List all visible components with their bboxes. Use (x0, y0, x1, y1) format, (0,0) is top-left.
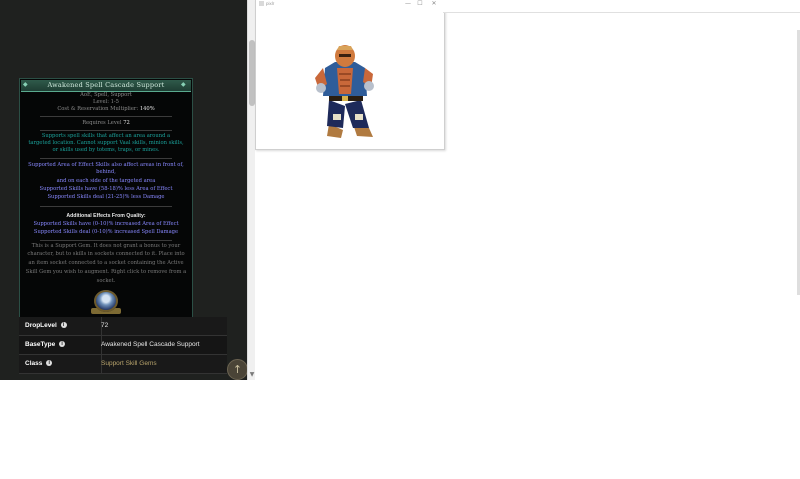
gem-description-line: targeted location. Cannot support Vaal s… (28, 140, 184, 146)
ornament-right-icon: ◆ (181, 81, 186, 88)
gem-mod-line: and on each side of the targeted area (56, 178, 156, 184)
chest (337, 68, 353, 94)
wiki-page: ◆ Awakened Spell Cascade Support ◆ AoE, … (0, 0, 255, 380)
quality-header: Additional Effects From Quality: (66, 213, 146, 219)
info-icon[interactable]: i (59, 341, 66, 348)
gem-multiplier-label: Cost & Reservation Multiplier: (57, 106, 139, 112)
maximize-button[interactable]: ☐ (414, 0, 426, 8)
table-value: Awakened Spell Cascade Support (101, 341, 200, 348)
gem-title: Awakened Spell Cascade Support (47, 81, 165, 89)
table-value: 72 (101, 322, 109, 329)
gem-level: Level: 1-5 (93, 99, 119, 105)
gem-mod-line: Supported Skills have (58-18)% less Area… (39, 186, 173, 192)
table-key: DropLevel i (19, 317, 102, 335)
gem-tags: AoE, Spell, Support (80, 92, 132, 98)
character-sprite (315, 45, 374, 138)
info-icon[interactable]: i (60, 322, 67, 329)
table-row: BaseType i Awakened Spell Cascade Suppor… (19, 336, 227, 355)
help-text-line: character, but to skills in sockets conn… (27, 251, 185, 257)
gem-icon (94, 290, 118, 312)
gem-info-table: DropLevel i 72 BaseType i Awakened Spell… (19, 317, 227, 374)
separator (40, 206, 172, 207)
gem-multiplier-value: 140% (139, 106, 155, 112)
gem-mod-line: Supported Skills deal (21-25)% less Dama… (47, 194, 165, 200)
close-button[interactable]: ✕ (428, 0, 440, 8)
separator (40, 116, 172, 117)
strap-right (355, 114, 363, 120)
back-to-top-button[interactable]: ↑ (227, 359, 248, 380)
separator (40, 240, 172, 241)
app-title: pixlr (266, 1, 275, 6)
gem-description-line: Supports spell skills that affect an are… (41, 133, 171, 139)
help-text-line: socket. (96, 278, 116, 284)
gem-mod-line: behind, (96, 169, 116, 175)
table-key-label: Class (25, 360, 43, 367)
app-titlebar[interactable]: pixlr — ☐ ✕ (256, 0, 444, 8)
help-text-line: an item socket connected to a socket con… (28, 260, 184, 266)
info-icon[interactable]: i (46, 360, 53, 367)
gem-description-line: or skills used by totems, traps, or mine… (52, 147, 160, 153)
gem-requires-label: Requires Level (82, 120, 122, 126)
hair (337, 46, 353, 50)
scroll-down-arrow-icon[interactable]: ▼ (248, 371, 255, 379)
separator (40, 158, 172, 159)
table-row: Class i Support Skill Gems (19, 355, 227, 374)
table-key-label: DropLevel (25, 322, 57, 329)
table-key-label: BaseType (25, 341, 56, 348)
gem-requires: Requires Level 72 (20, 120, 192, 127)
table-key: BaseType i (19, 336, 102, 354)
gem-requires-value: 72 (123, 120, 130, 126)
class-link[interactable]: Support Skill Gems (101, 355, 157, 373)
help-text-line: Skill Gem you wish to augment. Right cli… (25, 269, 187, 275)
table-row: DropLevel i 72 (19, 317, 227, 336)
background-window-toolbar (443, 0, 800, 13)
app-icon (259, 1, 264, 6)
help-text-line: This is a Support Gem. It does not grant… (31, 243, 181, 249)
glove-right (364, 81, 374, 91)
gem-multiplier: Cost & Reservation Multiplier: 140% (20, 106, 192, 113)
minimize-button[interactable]: — (402, 0, 414, 8)
separator (40, 130, 172, 131)
table-key: Class i (19, 355, 102, 373)
glove-left (316, 83, 326, 93)
gem-mod-line: Supported Area of Effect Skills also aff… (28, 162, 184, 168)
gem-title-bar: ◆ Awakened Spell Cascade Support ◆ (21, 80, 191, 92)
strap-left (333, 114, 341, 120)
gem-tooltip: ◆ Awakened Spell Cascade Support ◆ AoE, … (19, 78, 193, 318)
eyes (339, 54, 351, 57)
quality-line: Supported Skills deal (0-10)% increased … (33, 229, 179, 235)
page-scrollbar[interactable]: ▼ (247, 0, 255, 380)
quality-line: Supported Skills have (0-10)% increased … (33, 221, 179, 227)
